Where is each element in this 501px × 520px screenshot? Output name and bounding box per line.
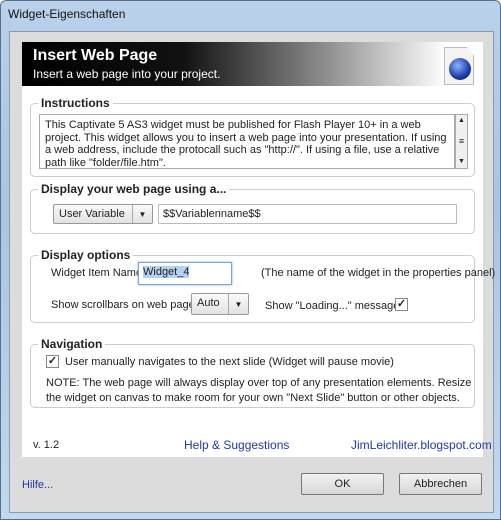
web-page-globe-icon: [444, 47, 474, 85]
display-options-legend: Display options: [38, 248, 134, 262]
ok-button[interactable]: OK: [301, 473, 384, 495]
navigation-note: NOTE: The web page will always display o…: [46, 377, 472, 404]
instructions-textarea[interactable]: This Captivate 5 AS3 widget must be publ…: [39, 114, 468, 169]
loading-label: Show "Loading..." message: [265, 300, 400, 312]
instructions-text: This Captivate 5 AS3 widget must be publ…: [45, 119, 447, 169]
dialog-window: Widget-Eigenschaften Insert Web Page Ins…: [0, 0, 501, 520]
scrollbar[interactable]: ▲ ≡ ▼: [455, 114, 468, 169]
item-name-value: Widget_4: [143, 266, 190, 278]
widget-content: Insert Web Page Insert a web page into y…: [22, 42, 495, 457]
header-banner: Insert Web Page Insert a web page into y…: [22, 42, 483, 86]
item-name-label: Widget Item Name: [51, 267, 143, 279]
scrollbars-value: Auto: [197, 297, 220, 309]
item-name-hint: (The name of the widget in the propertie…: [261, 267, 496, 279]
item-name-input[interactable]: Widget_4: [138, 262, 232, 285]
source-type-select[interactable]: User Variable ▼: [53, 204, 153, 224]
display-using-legend: Display your web page using a...: [38, 182, 230, 196]
scrollbars-select[interactable]: Auto ▼: [191, 293, 249, 315]
source-type-value: User Variable: [59, 208, 125, 220]
chevron-down-icon: ▼: [132, 205, 152, 223]
scrollbars-label: Show scrollbars on web page: [51, 299, 195, 311]
display-options-group: Display options: [30, 248, 475, 323]
header-subtitle: Insert a web page into your project.: [33, 67, 221, 81]
chevron-down-icon: ▼: [228, 294, 248, 314]
cancel-button[interactable]: Abbrechen: [399, 473, 482, 495]
source-value-input[interactable]: $$Variablenname$$: [158, 204, 457, 224]
scroll-down-icon[interactable]: ▼: [456, 156, 467, 168]
loading-checkbox[interactable]: ✓: [395, 298, 408, 311]
scroll-thumb[interactable]: ≡: [456, 135, 467, 147]
navigation-legend: Navigation: [38, 337, 106, 351]
manual-navigation-checkbox[interactable]: ✓: [46, 355, 59, 368]
dialog-panel: Insert Web Page Insert a web page into y…: [9, 31, 495, 513]
version-label: v. 1.2: [33, 439, 60, 451]
header-title: Insert Web Page: [33, 47, 158, 64]
manual-navigation-label: User manually navigates to the next slid…: [65, 356, 394, 368]
blog-link[interactable]: JimLeichliter.blogspot.com: [351, 438, 492, 452]
window-title: Widget-Eigenschaften: [8, 7, 126, 21]
scroll-up-icon[interactable]: ▲: [456, 115, 467, 127]
help-suggestions-link[interactable]: Help & Suggestions: [184, 438, 289, 452]
instructions-legend: Instructions: [38, 96, 113, 110]
help-link[interactable]: Hilfe...: [22, 479, 53, 491]
